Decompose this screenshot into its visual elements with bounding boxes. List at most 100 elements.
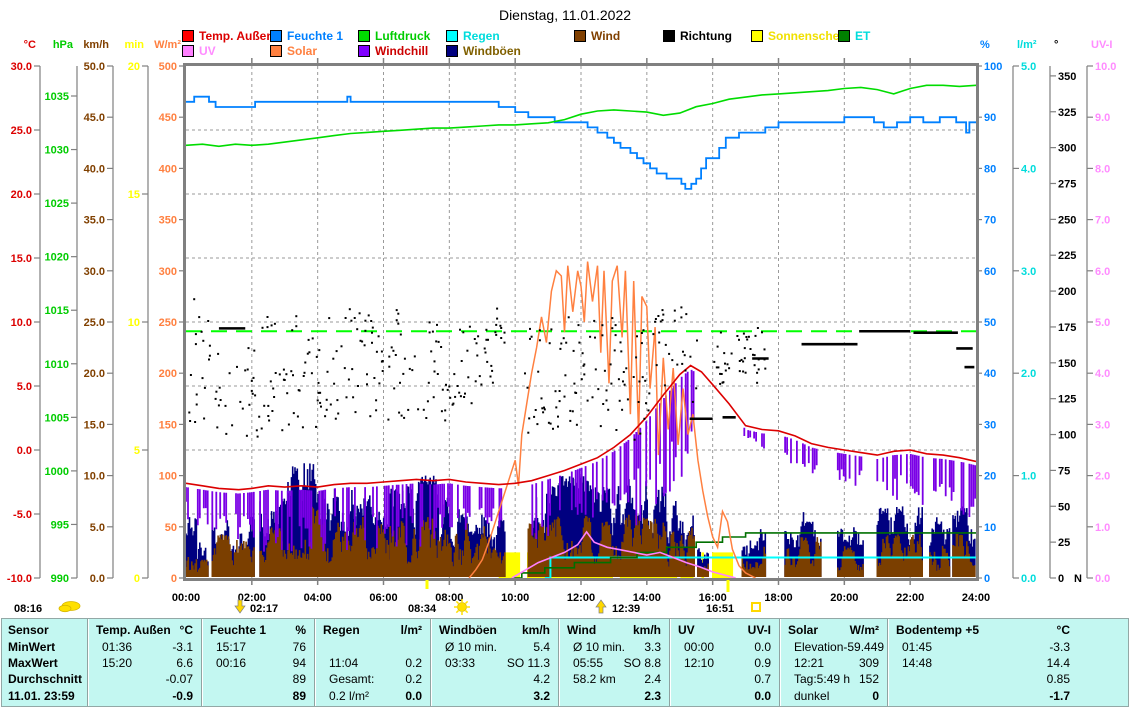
sensor-unit: W/m² — [850, 623, 879, 637]
svg-text:325: 325 — [1058, 107, 1076, 119]
svg-text:1020: 1020 — [45, 252, 69, 264]
svg-text:4.0: 4.0 — [1095, 368, 1110, 380]
table-row: 4.2 — [431, 671, 558, 687]
svg-text:25.0: 25.0 — [11, 125, 32, 137]
value-label: 00:16 — [210, 656, 246, 670]
astro-marker-time: 08:34 — [408, 603, 437, 615]
value-label: 01:36 — [96, 640, 132, 654]
svg-text:25.0: 25.0 — [84, 317, 105, 329]
svg-text:%: % — [980, 39, 990, 51]
svg-text:350: 350 — [159, 215, 177, 227]
value-text: 5.4 — [533, 640, 550, 654]
value-text: SO 11.3 — [507, 656, 550, 670]
sensor-name: Feuchte 1 — [210, 623, 266, 637]
svg-text:2.0: 2.0 — [1021, 368, 1036, 380]
svg-text:300: 300 — [1058, 143, 1076, 155]
svg-text:3.0: 3.0 — [1021, 266, 1036, 278]
value-label: 00:00 — [678, 640, 714, 654]
svg-text:6.0: 6.0 — [1095, 266, 1110, 278]
svg-text:1035: 1035 — [45, 91, 69, 103]
column-header: Regenl/m² — [315, 622, 430, 638]
value-text: 6.6 — [176, 656, 193, 670]
svg-text:min: min — [124, 39, 144, 51]
sensor-unit: °C — [1057, 623, 1070, 637]
astro-marker-time: 12:39 — [612, 603, 640, 615]
table-column-solar: SolarW/m²Elevation-59.44912:21309Tag:5:4… — [779, 619, 887, 706]
svg-text:500: 500 — [159, 61, 177, 73]
column-header: Windböenkm/h — [431, 622, 558, 638]
svg-text:°: ° — [1054, 39, 1058, 51]
svg-text:20: 20 — [128, 61, 140, 73]
table-row: 89 — [202, 671, 314, 687]
table-row: Ø 10 min.5.4 — [431, 638, 558, 654]
value-label: 05:55 — [567, 656, 603, 670]
svg-text:995: 995 — [51, 519, 69, 531]
svg-text:7.0: 7.0 — [1095, 215, 1110, 227]
axis-uv-i: UV-I0.01.02.03.04.05.06.07.08.09.010.0 — [1087, 39, 1116, 585]
svg-text:N: N — [1074, 573, 1082, 585]
axis-l-m-: l/m²0.01.02.03.04.05.0 — [1013, 39, 1037, 585]
svg-text:km/h: km/h — [83, 39, 109, 51]
table-row: -0.9 — [88, 688, 201, 704]
svg-text:70: 70 — [984, 215, 996, 227]
value-text: 152 — [859, 672, 879, 686]
value-label: 15:17 — [210, 640, 246, 654]
sensor-name: Regen — [323, 623, 360, 637]
svg-text:°C: °C — [24, 39, 36, 51]
svg-text:1005: 1005 — [45, 412, 69, 424]
svg-text:90: 90 — [984, 112, 996, 124]
svg-text:10.0: 10.0 — [11, 317, 32, 329]
column-header: UV UV-I — [670, 622, 779, 638]
svg-text:0.0: 0.0 — [1095, 573, 1110, 585]
table-row: Ø 10 min.3.3 — [559, 638, 669, 654]
value-label: dunkel — [788, 689, 829, 703]
svg-text:80: 80 — [984, 163, 996, 175]
svg-text:225: 225 — [1058, 250, 1076, 262]
svg-text:100: 100 — [984, 61, 1002, 73]
svg-text:0: 0 — [1058, 573, 1064, 585]
table-column-uv: UVUV-I00:000.012:100.90.70.0 — [669, 619, 779, 706]
sun-icon — [454, 599, 470, 615]
weather-app-window: { "title": "Dienstag, 11.01.2022", "lege… — [0, 0, 1130, 708]
svg-text:100: 100 — [159, 471, 177, 483]
axis--: °0N2550751001251501752002252502753003253… — [1050, 39, 1082, 585]
sensor-name: UV — [678, 623, 695, 637]
sensor-name: Temp. Außen — [96, 623, 171, 637]
svg-text:990: 990 — [51, 573, 69, 585]
svg-text:10.0: 10.0 — [1095, 61, 1116, 73]
svg-text:0.0: 0.0 — [17, 445, 32, 457]
value-text: 2.3 — [644, 689, 661, 703]
svg-text:8.0: 8.0 — [1095, 163, 1110, 175]
x-axis-labels: 00:0002:0004:0006:0008:0010:0012:0014:00… — [172, 592, 990, 604]
svg-text:275: 275 — [1058, 178, 1076, 190]
value-text: 3.3 — [644, 640, 661, 654]
svg-text:40: 40 — [984, 368, 996, 380]
table-row: 05:55SO 8.8 — [559, 655, 669, 671]
table-row: 11:040.2 — [315, 655, 430, 671]
svg-text:30.0: 30.0 — [11, 61, 32, 73]
axis-w-m-: W/m²050100150200250300350400450500 — [154, 39, 185, 585]
row-label-text: Sensor — [8, 623, 49, 637]
axis--c: °C-10.0-5.00.05.010.015.020.025.030.0 — [7, 39, 40, 585]
value-text: 0.85 — [1047, 672, 1070, 686]
value-label: 03:33 — [439, 656, 475, 670]
svg-text:5.0: 5.0 — [17, 381, 32, 393]
axis-hpa: hPa9909951000100510101015102010251030103… — [45, 39, 77, 585]
svg-text:250: 250 — [1058, 214, 1076, 226]
table-column-feuchte-1: Feuchte 1%15:177600:16948989 — [201, 619, 314, 706]
row-label-text: 11.01. 23:59 — [8, 689, 75, 703]
svg-text:350: 350 — [1058, 71, 1076, 83]
value-text: 76 — [293, 640, 306, 654]
svg-text:15.0: 15.0 — [84, 419, 105, 431]
stats-table: SensorMinWertMaxWertDurchschnitt11.01. 2… — [1, 618, 1129, 707]
sensor-unit: UV-I — [748, 623, 771, 637]
value-text: -0.07 — [166, 672, 193, 686]
svg-text:hPa: hPa — [53, 39, 74, 51]
arrow-up-icon — [596, 600, 606, 613]
sensor-name: Solar — [788, 623, 818, 637]
svg-text:20.0: 20.0 — [84, 368, 105, 380]
table-row: 00:1694 — [202, 655, 314, 671]
value-label: 01:45 — [896, 640, 932, 654]
table-row-label: Durchschnitt — [2, 671, 87, 687]
column-header: Solar W/m² — [780, 622, 887, 638]
